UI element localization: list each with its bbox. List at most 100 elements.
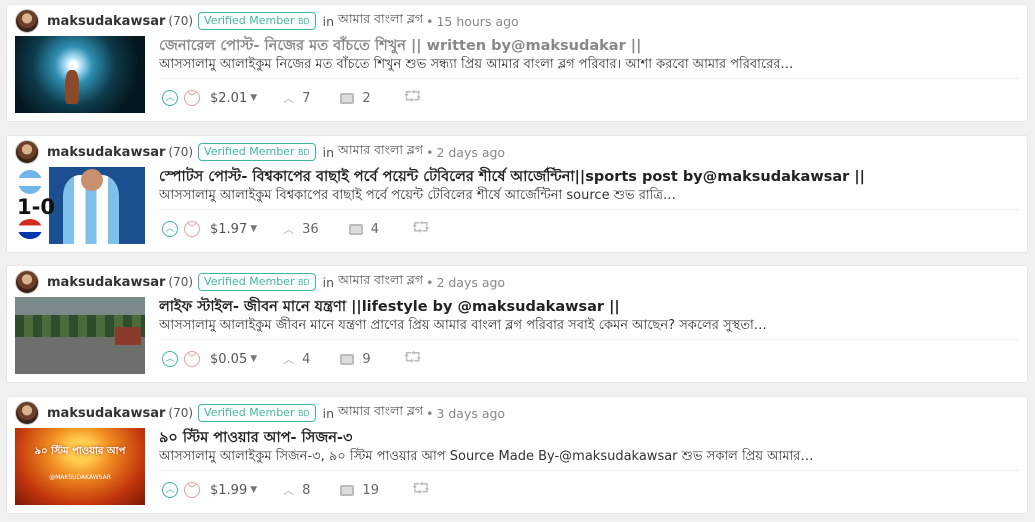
post-excerpt[interactable]: আসসালামু আলাইকুম সিজন-৩, ৯০ স্টিম পাওয়া… (159, 447, 813, 468)
badge-label: Verified Member (204, 14, 295, 27)
community-link[interactable]: আমার বাংলা ব্লগ (338, 403, 423, 423)
badge-suffix: BD (297, 409, 310, 418)
thumbnail-vehicle (115, 327, 141, 345)
replies-value: 4 (370, 221, 379, 237)
in-label: in (322, 405, 335, 421)
resteem-icon: ⮔ (411, 478, 430, 497)
payout-dropdown[interactable]: $2.01 ▼ (210, 91, 257, 106)
post-excerpt[interactable]: আসসালামু আলাইকুম বিশ্বকাপের বাছাই পর্বে … (159, 186, 676, 207)
post-actions: ︿ ﹀ $0.05 ▼ ︿ 4 9 ⮔ (162, 347, 422, 372)
post-excerpt[interactable]: আসসালামু আলাইকুম জীবন মানে যন্ত্রণা প্রা… (159, 316, 767, 337)
votes-icon: ︿ (283, 92, 295, 105)
replies-count[interactable]: 19 (340, 483, 379, 498)
chevron-up-icon[interactable]: ︿ (162, 90, 178, 106)
replies-count[interactable]: 4 (348, 221, 379, 237)
thumbnail-brand: @MAKSUDAKAWSAR (49, 474, 111, 481)
caret-down-icon: ▼ (250, 485, 258, 495)
verified-badge: Verified Member BD (198, 143, 316, 161)
resteem-button[interactable]: ⮔ (404, 347, 422, 372)
author-reputation: (70) (168, 406, 194, 420)
argentina-flag-icon (18, 170, 42, 194)
post-excerpt[interactable]: আসসালামু আলাইকুম নিজের মত বাঁচতে শিখুন শ… (159, 55, 793, 76)
chevron-down-icon[interactable]: ﹀ (184, 221, 200, 237)
community-link[interactable]: আমার বাংলা ব্লগ (338, 11, 423, 31)
post-actions: ︿ ﹀ $2.01 ▼ ︿ 7 2 ⮔ (162, 86, 422, 111)
author-link[interactable]: maksudakawsar (47, 275, 165, 290)
comment-icon (340, 353, 355, 365)
post-actions: ︿ ﹀ $1.99 ▼ ︿ 8 19 ⮔ (162, 478, 430, 503)
author-link[interactable]: maksudakawsar (47, 145, 165, 160)
post-time[interactable]: 3 days ago (436, 406, 505, 421)
payout-dropdown[interactable]: $1.97 ▼ (210, 222, 257, 237)
votes-icon: ︿ (283, 353, 295, 366)
post-time[interactable]: 15 hours ago (436, 14, 518, 29)
community-link[interactable]: আমার বাংলা ব্লগ (338, 142, 423, 162)
chevron-down-icon[interactable]: ﹀ (184, 482, 200, 498)
resteem-button[interactable]: ⮔ (404, 86, 422, 111)
post-time[interactable]: 2 days ago (436, 145, 505, 160)
post-thumbnail[interactable]: 1-0 (15, 167, 145, 244)
replies-count[interactable]: 9 (340, 352, 371, 367)
post-thumbnail[interactable]: ৯০ স্টিম পাওয়ার আপ @MAKSUDAKAWSAR (15, 428, 145, 505)
thumbnail-score: 1-0 (17, 195, 55, 219)
chevron-up-icon[interactable]: ︿ (162, 482, 178, 498)
votes-icon: ︿ (283, 484, 295, 497)
post-header: maksudakawsar (70) Verified Member BD in… (15, 9, 519, 33)
post-header: maksudakawsar (70) Verified Member BD in… (15, 140, 505, 164)
votes-count[interactable]: ︿ 4 (283, 351, 310, 367)
resteem-icon: ⮔ (411, 217, 430, 236)
payout-dropdown[interactable]: $1.99 ▼ (210, 483, 257, 498)
comment-icon (340, 92, 355, 104)
post-feed: maksudakawsar (70) Verified Member BD in… (0, 0, 1035, 522)
votes-icon: ︿ (283, 223, 295, 236)
payout-value: $0.05 (210, 351, 248, 367)
badge-suffix: BD (297, 278, 310, 287)
votes-count[interactable]: ︿ 36 (283, 221, 319, 237)
post-time[interactable]: 2 days ago (436, 275, 505, 290)
chevron-down-icon[interactable]: ﹀ (184, 90, 200, 106)
resteem-button[interactable]: ⮔ (412, 478, 430, 503)
avatar[interactable] (15, 270, 39, 294)
votes-count[interactable]: ︿ 8 (283, 482, 310, 498)
votes-value: 7 (302, 90, 311, 106)
badge-suffix: BD (297, 17, 310, 26)
payout-value: $2.01 (210, 90, 248, 106)
divider (159, 339, 1019, 340)
chevron-down-icon[interactable]: ﹀ (184, 351, 200, 367)
badge-label: Verified Member (204, 145, 295, 158)
resteem-icon: ⮔ (403, 86, 422, 105)
thumbnail-player-head (81, 169, 103, 191)
post-thumbnail[interactable] (15, 36, 145, 113)
divider (159, 78, 1019, 79)
thumbnail-title: ৯০ স্টিম পাওয়ার আপ (34, 446, 126, 457)
post-actions: ︿ ﹀ $1.97 ▼ ︿ 36 4 ⮔ (162, 217, 430, 242)
avatar[interactable] (15, 140, 39, 164)
comment-icon (348, 223, 363, 235)
in-label: in (322, 144, 335, 160)
author-link[interactable]: maksudakawsar (47, 406, 165, 421)
replies-count[interactable]: 2 (340, 91, 371, 106)
avatar[interactable] (15, 9, 39, 33)
paraguay-flag-icon (18, 219, 42, 239)
verified-badge: Verified Member BD (198, 12, 316, 30)
resteem-button[interactable]: ⮔ (412, 217, 430, 242)
post-thumbnail[interactable] (15, 297, 145, 374)
author-link[interactable]: maksudakawsar (47, 14, 165, 29)
payout-value: $1.97 (210, 221, 248, 237)
post-card: maksudakawsar (70) Verified Member BD in… (6, 4, 1028, 122)
votes-value: 4 (302, 351, 311, 367)
badge-label: Verified Member (204, 275, 295, 288)
separator-dot: • (426, 274, 434, 290)
verified-badge: Verified Member BD (198, 404, 316, 422)
community-link[interactable]: আমার বাংলা ব্লগ (338, 272, 423, 292)
chevron-up-icon[interactable]: ︿ (162, 351, 178, 367)
author-reputation: (70) (168, 275, 194, 289)
avatar[interactable] (15, 401, 39, 425)
caret-down-icon: ▼ (250, 93, 258, 103)
votes-count[interactable]: ︿ 7 (283, 90, 310, 106)
payout-dropdown[interactable]: $0.05 ▼ (210, 352, 257, 367)
chevron-up-icon[interactable]: ︿ (162, 221, 178, 237)
badge-suffix: BD (297, 148, 310, 157)
separator-dot: • (426, 144, 434, 160)
resteem-icon: ⮔ (403, 347, 422, 366)
